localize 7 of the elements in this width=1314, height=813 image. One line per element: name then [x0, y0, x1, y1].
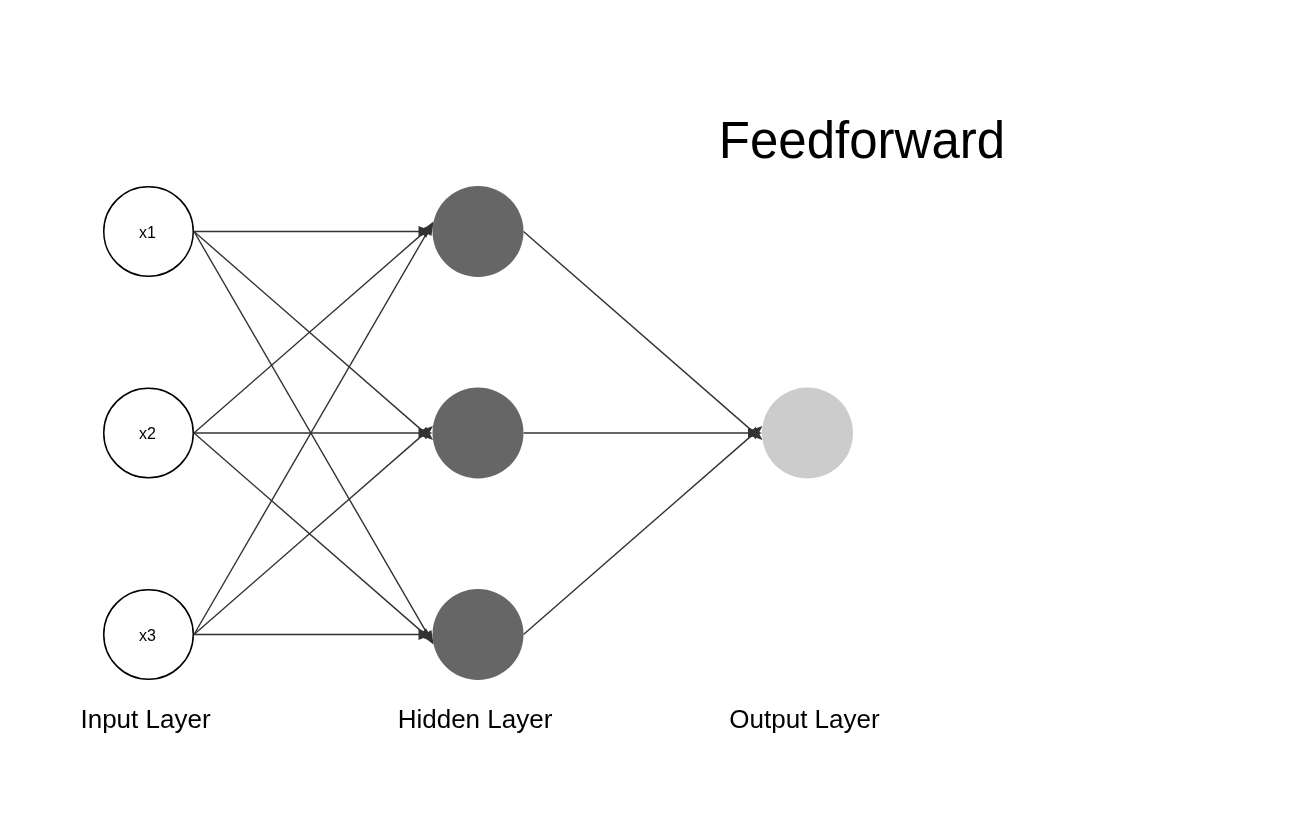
layer-label: Hidden Layer	[397, 704, 553, 734]
diagram-title: Feedforward	[718, 112, 1006, 169]
layer-label: Input Layer	[80, 704, 211, 734]
layer-label: Output Layer	[729, 704, 880, 734]
node-label: x3	[139, 626, 156, 644]
node-label: x2	[139, 425, 156, 442]
node-label: x1	[139, 223, 156, 241]
